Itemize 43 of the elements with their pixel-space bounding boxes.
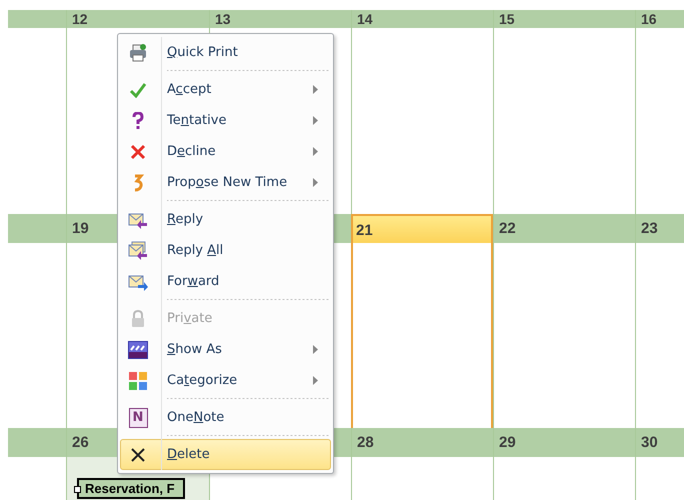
menu-item[interactable]: N OneNote: [120, 402, 331, 439]
tiles-icon: [128, 370, 148, 390]
day-header[interactable]: 28: [351, 428, 493, 457]
day-header[interactable]: 12: [67, 10, 209, 28]
day-header[interactable]: 16: [635, 10, 684, 28]
menu-item[interactable]: Forward: [120, 266, 331, 303]
x-mark-icon: [130, 446, 146, 462]
envelope-icon: [127, 240, 149, 260]
day-header[interactable]: [8, 214, 67, 243]
day-header[interactable]: 22: [493, 214, 635, 243]
notebook-icon: N: [128, 408, 148, 428]
submenu-arrow-icon: [313, 345, 318, 354]
submenu-arrow-icon: [313, 147, 318, 156]
striped-bar-icon: [128, 340, 148, 358]
printer-icon: [128, 42, 148, 62]
day-header[interactable]: 13: [209, 10, 351, 28]
question-mark-icon: [132, 112, 144, 130]
menu-item[interactable]: Decline: [120, 136, 331, 167]
day-header[interactable]: 14: [351, 10, 493, 28]
cross-icon: [130, 144, 146, 160]
submenu-arrow-icon: [313, 85, 318, 94]
menu-item[interactable]: Tentative: [120, 105, 331, 136]
menu-item[interactable]: Delete: [120, 439, 331, 470]
lock-icon: [130, 310, 146, 328]
day-header[interactable]: 23: [635, 214, 684, 243]
menu-item[interactable]: Propose New Time: [120, 167, 331, 204]
submenu-arrow-icon: [313, 178, 318, 187]
menu-item[interactable]: Reply All: [120, 235, 331, 266]
menu-item[interactable]: Accept: [120, 74, 331, 105]
submenu-arrow-icon: [313, 376, 318, 385]
submenu-arrow-icon: [313, 116, 318, 125]
menu-item[interactable]: Quick Print: [120, 37, 331, 74]
menu-item[interactable]: Show As: [120, 334, 331, 365]
day-header[interactable]: 15: [493, 10, 635, 28]
day-header[interactable]: [8, 10, 67, 28]
appointment[interactable]: Reservation, F: [77, 478, 185, 499]
checkmark-icon: [129, 82, 147, 98]
day-header[interactable]: 30: [635, 428, 684, 457]
menu-item[interactable]: Categorize: [120, 365, 331, 402]
day-header[interactable]: 21: [351, 214, 493, 243]
day-header[interactable]: 29: [493, 428, 635, 457]
menu-item[interactable]: Reply: [120, 204, 331, 235]
day-header[interactable]: [8, 428, 67, 457]
